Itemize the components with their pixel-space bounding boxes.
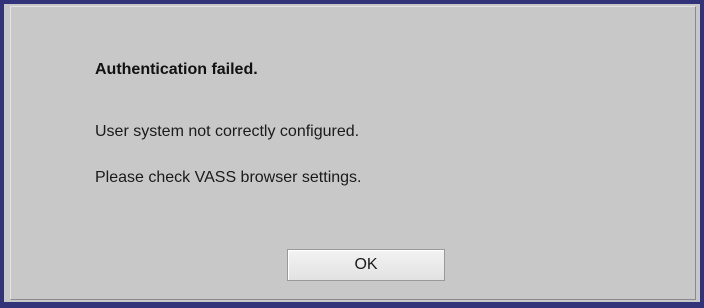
error-message-config: User system not correctly configured. [95,123,360,140]
ok-button[interactable]: OK [287,249,445,281]
dialog-title: Authentication failed. [95,61,258,78]
authentication-error-dialog: Authentication failed. User system not c… [0,0,704,308]
error-message-settings: Please check VASS browser settings. [95,169,362,186]
dialog-panel: Authentication failed. User system not c… [10,6,696,300]
